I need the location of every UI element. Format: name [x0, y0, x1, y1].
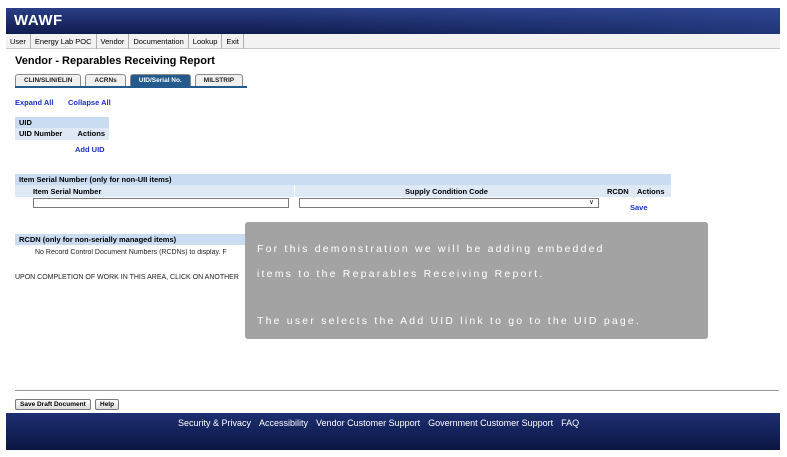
- header-bar: WAWF: [6, 8, 780, 34]
- page-title: Vendor - Reparables Receiving Report: [15, 55, 215, 67]
- serial-section-header: Item Serial Number (only for non-UII ite…: [15, 174, 671, 185]
- tab-bar: CLIN/SLIN/ELIN ACRNs UID/Serial No. MILS…: [15, 74, 244, 86]
- help-button[interactable]: Help: [95, 399, 120, 410]
- footer: Security & Privacy Accessibility Vendor …: [6, 413, 780, 450]
- footer-link-faq[interactable]: FAQ: [561, 418, 579, 428]
- supply-condition-code-select[interactable]: ∨: [299, 198, 599, 208]
- expand-all-link[interactable]: Expand All: [15, 98, 53, 107]
- menu-item-lookup[interactable]: Lookup: [189, 34, 223, 49]
- serial-entry-row: ∨: [15, 197, 671, 211]
- tab-clin-slin-elin[interactable]: CLIN/SLIN/ELIN: [15, 74, 82, 86]
- tab-acrns[interactable]: ACRNs: [85, 74, 126, 86]
- footer-link-government-support[interactable]: Government Customer Support: [428, 418, 553, 428]
- uid-section-header: UID: [15, 117, 109, 128]
- bottom-divider: [15, 390, 779, 391]
- header-gradient: [256, 8, 780, 34]
- footer-link-security-privacy[interactable]: Security & Privacy: [178, 418, 251, 428]
- rcdn-column: RCDN: [607, 187, 629, 196]
- collapse-all-link[interactable]: Collapse All: [68, 98, 111, 107]
- save-draft-document-button[interactable]: Save Draft Document: [15, 399, 91, 410]
- add-uid-link[interactable]: Add UID: [75, 145, 105, 154]
- serial-section: Item Serial Number (only for non-UII ite…: [15, 174, 671, 211]
- tab-underline: [15, 86, 247, 88]
- overlay-line-2: items to the Reparables Receiving Report…: [257, 268, 545, 280]
- tab-milstrip[interactable]: MILSTRIP: [194, 74, 244, 86]
- footer-link-accessibility[interactable]: Accessibility: [259, 418, 308, 428]
- menu-item-documentation[interactable]: Documentation: [129, 34, 189, 49]
- uid-number-column: UID Number: [19, 129, 63, 138]
- menu-item-energy-lab-poc[interactable]: Energy Lab POC: [31, 34, 97, 49]
- rcdn-empty-message: No Record Control Document Numbers (RCDN…: [35, 249, 227, 256]
- menu-item-vendor[interactable]: Vendor: [97, 34, 130, 49]
- overlay-line-1: For this demonstration we will be adding…: [257, 243, 605, 255]
- menu-item-user[interactable]: User: [6, 34, 31, 49]
- condition-code-column: Supply Condition Code: [405, 187, 488, 196]
- save-serial-link[interactable]: Save: [630, 203, 648, 212]
- completion-instructions: UPON COMPLETION OF WORK IN THIS AREA, CL…: [15, 274, 239, 281]
- serial-column-headers: Item Serial Number Supply Condition Code…: [15, 185, 671, 197]
- footer-link-vendor-support[interactable]: Vendor Customer Support: [316, 418, 420, 428]
- serial-number-column: Item Serial Number: [33, 187, 102, 196]
- menu-bar: User Energy Lab POC Vendor Documentation…: [6, 34, 780, 49]
- chevron-down-icon: ∨: [588, 199, 594, 206]
- uid-actions-column: Actions: [77, 129, 105, 138]
- uid-column-headers: UID Number Actions: [15, 128, 109, 140]
- tab-uid-serial-no[interactable]: UID/Serial No.: [129, 74, 191, 86]
- footer-links: Security & Privacy Accessibility Vendor …: [178, 418, 579, 428]
- overlay-line-3: The user selects the Add UID link to go …: [257, 315, 642, 327]
- tutorial-overlay: For this demonstration we will be adding…: [245, 222, 708, 339]
- column-divider: [294, 185, 295, 197]
- serial-actions-column: Actions: [637, 187, 665, 196]
- rcdn-section: RCDN (only for non-serially managed item…: [15, 234, 247, 245]
- menu-item-exit[interactable]: Exit: [222, 34, 244, 49]
- rcdn-section-header: RCDN (only for non-serially managed item…: [15, 234, 247, 245]
- wawf-logo: WAWF: [14, 12, 63, 29]
- uid-section: UID UID Number Actions: [15, 117, 109, 140]
- item-serial-number-input[interactable]: [33, 198, 289, 208]
